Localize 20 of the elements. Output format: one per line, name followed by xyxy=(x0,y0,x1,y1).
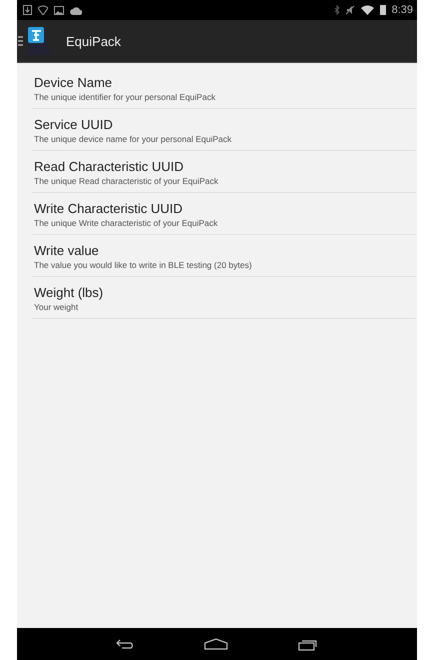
recent-apps-icon[interactable] xyxy=(298,638,318,650)
download-icon xyxy=(23,5,32,15)
wifi-icon xyxy=(360,5,374,15)
mute-icon xyxy=(346,5,355,15)
settings-item[interactable]: Device Name The unique identifier for your personal EquiPack xyxy=(32,67,416,109)
battery-icon xyxy=(380,5,386,15)
app-title: EquiPack xyxy=(66,34,121,48)
settings-item[interactable]: Weight (lbs) Your weight xyxy=(32,277,416,319)
settings-item[interactable]: Read Characteristic UUID The unique Read characteristic of your EquiPack xyxy=(32,151,416,193)
settings-item[interactable]: Service UUID The unique device name for your personal EquiPack xyxy=(32,109,416,151)
cloud-icon xyxy=(70,6,82,14)
status-time: 8:39 xyxy=(392,4,413,16)
settings-item[interactable]: Write Characteristic UUID The unique Write characteristic of your EquiPack xyxy=(32,193,416,235)
home-icon[interactable] xyxy=(204,638,228,650)
menu-icon[interactable] xyxy=(18,36,23,46)
image-icon xyxy=(54,6,64,14)
bluetooth-icon xyxy=(334,5,340,15)
settings-item[interactable]: Write value The value you would like to write in BLE testing (20 bytes) xyxy=(32,235,416,277)
back-icon[interactable] xyxy=(116,639,134,649)
wifi-alert-icon xyxy=(38,5,48,15)
